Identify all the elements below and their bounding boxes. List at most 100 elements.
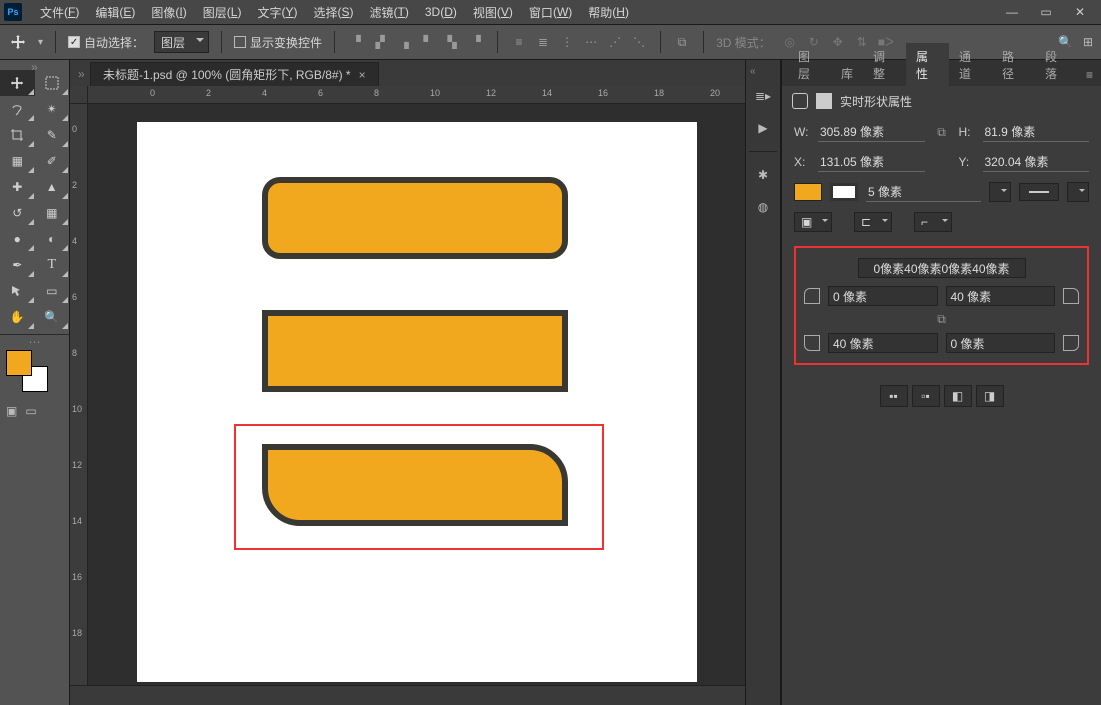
corner-bl-input[interactable]: 40 像素 bbox=[828, 333, 938, 353]
gradient-tool[interactable]: ▦ bbox=[35, 200, 70, 226]
eyedropper-tool[interactable]: ✎ bbox=[35, 122, 70, 148]
workspace-picker-icon[interactable]: ⊞ bbox=[1083, 35, 1093, 49]
stroke-join-dropdown[interactable]: ⌐ bbox=[914, 212, 952, 232]
canvas-viewport[interactable] bbox=[88, 104, 745, 685]
history-brush-tool[interactable]: ↺ bbox=[0, 200, 35, 226]
magic-wand-tool[interactable]: ✴ bbox=[35, 96, 70, 122]
tab-libraries[interactable]: 库 bbox=[831, 60, 863, 86]
menu-type[interactable]: 文字(Y) bbox=[249, 0, 305, 24]
document-canvas[interactable] bbox=[137, 122, 697, 682]
hand-tool[interactable]: ✋ bbox=[0, 304, 35, 330]
distribute-5-icon[interactable]: ⋰ bbox=[606, 33, 624, 51]
dodge-tool[interactable]: ◐ bbox=[35, 226, 70, 252]
path-op-subtract-icon[interactable]: ▫▪ bbox=[912, 385, 940, 407]
color-wells[interactable] bbox=[0, 342, 69, 400]
height-input[interactable]: 81.9 像素 bbox=[983, 122, 1090, 142]
align-vmiddle-icon[interactable]: ▞ bbox=[371, 33, 389, 51]
zoom-tool[interactable]: 🔍 bbox=[35, 304, 70, 330]
distribute-1-icon[interactable]: ≡ bbox=[510, 33, 528, 51]
history-panel-icon[interactable]: ≣▸ bbox=[750, 83, 776, 109]
type-tool[interactable]: T bbox=[35, 252, 70, 278]
window-close-button[interactable]: ✕ bbox=[1063, 1, 1097, 23]
tab-adjustments[interactable]: 调整 bbox=[863, 43, 906, 86]
arrange-icon[interactable]: ⧉ bbox=[673, 33, 691, 51]
navigator-panel-icon[interactable]: ✱ bbox=[750, 162, 776, 188]
stroke-style-dropdown[interactable] bbox=[1067, 182, 1089, 202]
align-left-icon[interactable]: ▘ bbox=[419, 33, 437, 51]
align-top-icon[interactable]: ▝ bbox=[347, 33, 365, 51]
healing-tool[interactable]: ✚ bbox=[0, 174, 35, 200]
stroke-style-picker[interactable] bbox=[1019, 183, 1059, 201]
distribute-3-icon[interactable]: ⋮ bbox=[558, 33, 576, 51]
rect-shape-2[interactable] bbox=[262, 310, 568, 392]
pen-tool[interactable]: ✒ bbox=[0, 252, 35, 278]
stroke-swatch[interactable] bbox=[830, 183, 858, 201]
menu-edit[interactable]: 编辑(E) bbox=[87, 0, 143, 24]
stroke-width-input[interactable]: 5 像素 bbox=[866, 182, 981, 202]
width-input[interactable]: 305.89 像素 bbox=[818, 122, 925, 142]
menu-view[interactable]: 视图(V) bbox=[465, 0, 521, 24]
ruler-vertical[interactable]: 0 2 4 6 8 10 12 14 16 18 bbox=[70, 104, 88, 685]
distribute-6-icon[interactable]: ⋱ bbox=[630, 33, 648, 51]
screen-mode-icon[interactable]: ▭ bbox=[25, 404, 36, 418]
menu-3d[interactable]: 3D(D) bbox=[417, 0, 465, 24]
align-right-icon[interactable]: ▝ bbox=[467, 33, 485, 51]
path-select-tool[interactable] bbox=[0, 278, 35, 304]
ruler-horizontal[interactable]: 0 2 4 6 8 10 12 14 16 18 20 bbox=[70, 86, 745, 104]
corner-tl-input[interactable]: 0 像素 bbox=[828, 286, 938, 306]
menu-file[interactable]: 文件(F) bbox=[32, 0, 87, 24]
close-tab-icon[interactable]: × bbox=[359, 68, 366, 82]
distribute-4-icon[interactable]: ⋯ bbox=[582, 33, 600, 51]
corner-link-icon[interactable]: ⧉ bbox=[804, 312, 1079, 327]
fill-swatch[interactable] bbox=[794, 183, 822, 201]
move-tool[interactable] bbox=[0, 70, 35, 96]
panel-menu-icon[interactable]: ≡ bbox=[1078, 64, 1101, 86]
radii-summary-input[interactable]: 0像素40像素0像素40像素 bbox=[858, 258, 1026, 278]
marquee-tool[interactable] bbox=[35, 70, 70, 96]
menu-window[interactable]: 窗口(W) bbox=[521, 0, 580, 24]
tab-channels[interactable]: 通道 bbox=[949, 43, 992, 86]
tab-layers[interactable]: 图层 bbox=[788, 43, 831, 86]
wh-link-icon[interactable]: ⧉ bbox=[933, 125, 951, 140]
brush-tool[interactable]: ✐ bbox=[35, 148, 70, 174]
clone-tool[interactable]: ▲ bbox=[35, 174, 70, 200]
pan-3d-icon[interactable]: ✥ bbox=[829, 33, 847, 51]
tab-properties[interactable]: 属性 bbox=[906, 43, 949, 86]
tab-paths[interactable]: 路径 bbox=[992, 43, 1035, 86]
window-maximize-button[interactable]: ▭ bbox=[1029, 1, 1063, 23]
crop-tool[interactable] bbox=[0, 122, 35, 148]
quick-mask-icon[interactable]: ▣ bbox=[6, 404, 17, 418]
corner-br-input[interactable]: 0 像素 bbox=[946, 333, 1056, 353]
path-op-intersect-icon[interactable]: ◧ bbox=[944, 385, 972, 407]
x-input[interactable]: 131.05 像素 bbox=[818, 152, 925, 172]
expand-docs-icon[interactable]: » bbox=[78, 62, 90, 86]
tab-paragraph[interactable]: 段落 bbox=[1035, 43, 1078, 86]
path-op-exclude-icon[interactable]: ◨ bbox=[976, 385, 1004, 407]
distribute-2-icon[interactable]: ≣ bbox=[534, 33, 552, 51]
info-panel-icon[interactable]: ◍ bbox=[750, 194, 776, 220]
rounded-rect-shape-1[interactable] bbox=[262, 177, 568, 259]
frame-tool[interactable]: ▦ bbox=[0, 148, 35, 174]
menu-select[interactable]: 选择(S) bbox=[305, 0, 361, 24]
align-hcenter-icon[interactable]: ▚ bbox=[443, 33, 461, 51]
path-op-combine-icon[interactable]: ▪▪ bbox=[880, 385, 908, 407]
blur-tool[interactable]: ● bbox=[0, 226, 35, 252]
y-input[interactable]: 320.04 像素 bbox=[983, 152, 1090, 172]
stroke-width-dropdown[interactable] bbox=[989, 182, 1011, 202]
shape-tool[interactable]: ▭ bbox=[35, 278, 70, 304]
document-tab[interactable]: 未标题-1.psd @ 100% (圆角矩形下, RGB/8#) * × bbox=[90, 62, 379, 86]
corner-tr-input[interactable]: 40 像素 bbox=[946, 286, 1056, 306]
window-minimize-button[interactable]: ― bbox=[995, 1, 1029, 23]
stroke-cap-dropdown[interactable]: ⊏ bbox=[854, 212, 892, 232]
lasso-tool[interactable] bbox=[0, 96, 35, 122]
auto-select-checkbox[interactable]: ✓自动选择： bbox=[68, 34, 144, 51]
menu-layer[interactable]: 图层(L) bbox=[195, 0, 250, 24]
show-transform-checkbox[interactable]: 显示变换控件 bbox=[234, 34, 322, 51]
menu-image[interactable]: 图像(I) bbox=[143, 0, 194, 24]
menu-filter[interactable]: 滤镜(T) bbox=[362, 0, 417, 24]
actions-panel-icon[interactable]: ▶ bbox=[750, 115, 776, 141]
fg-color-swatch[interactable] bbox=[6, 350, 32, 376]
auto-select-target-dropdown[interactable]: 图层 bbox=[154, 31, 209, 53]
stroke-align-dropdown[interactable]: ▣ bbox=[794, 212, 832, 232]
align-bottom-icon[interactable]: ▗ bbox=[395, 33, 413, 51]
